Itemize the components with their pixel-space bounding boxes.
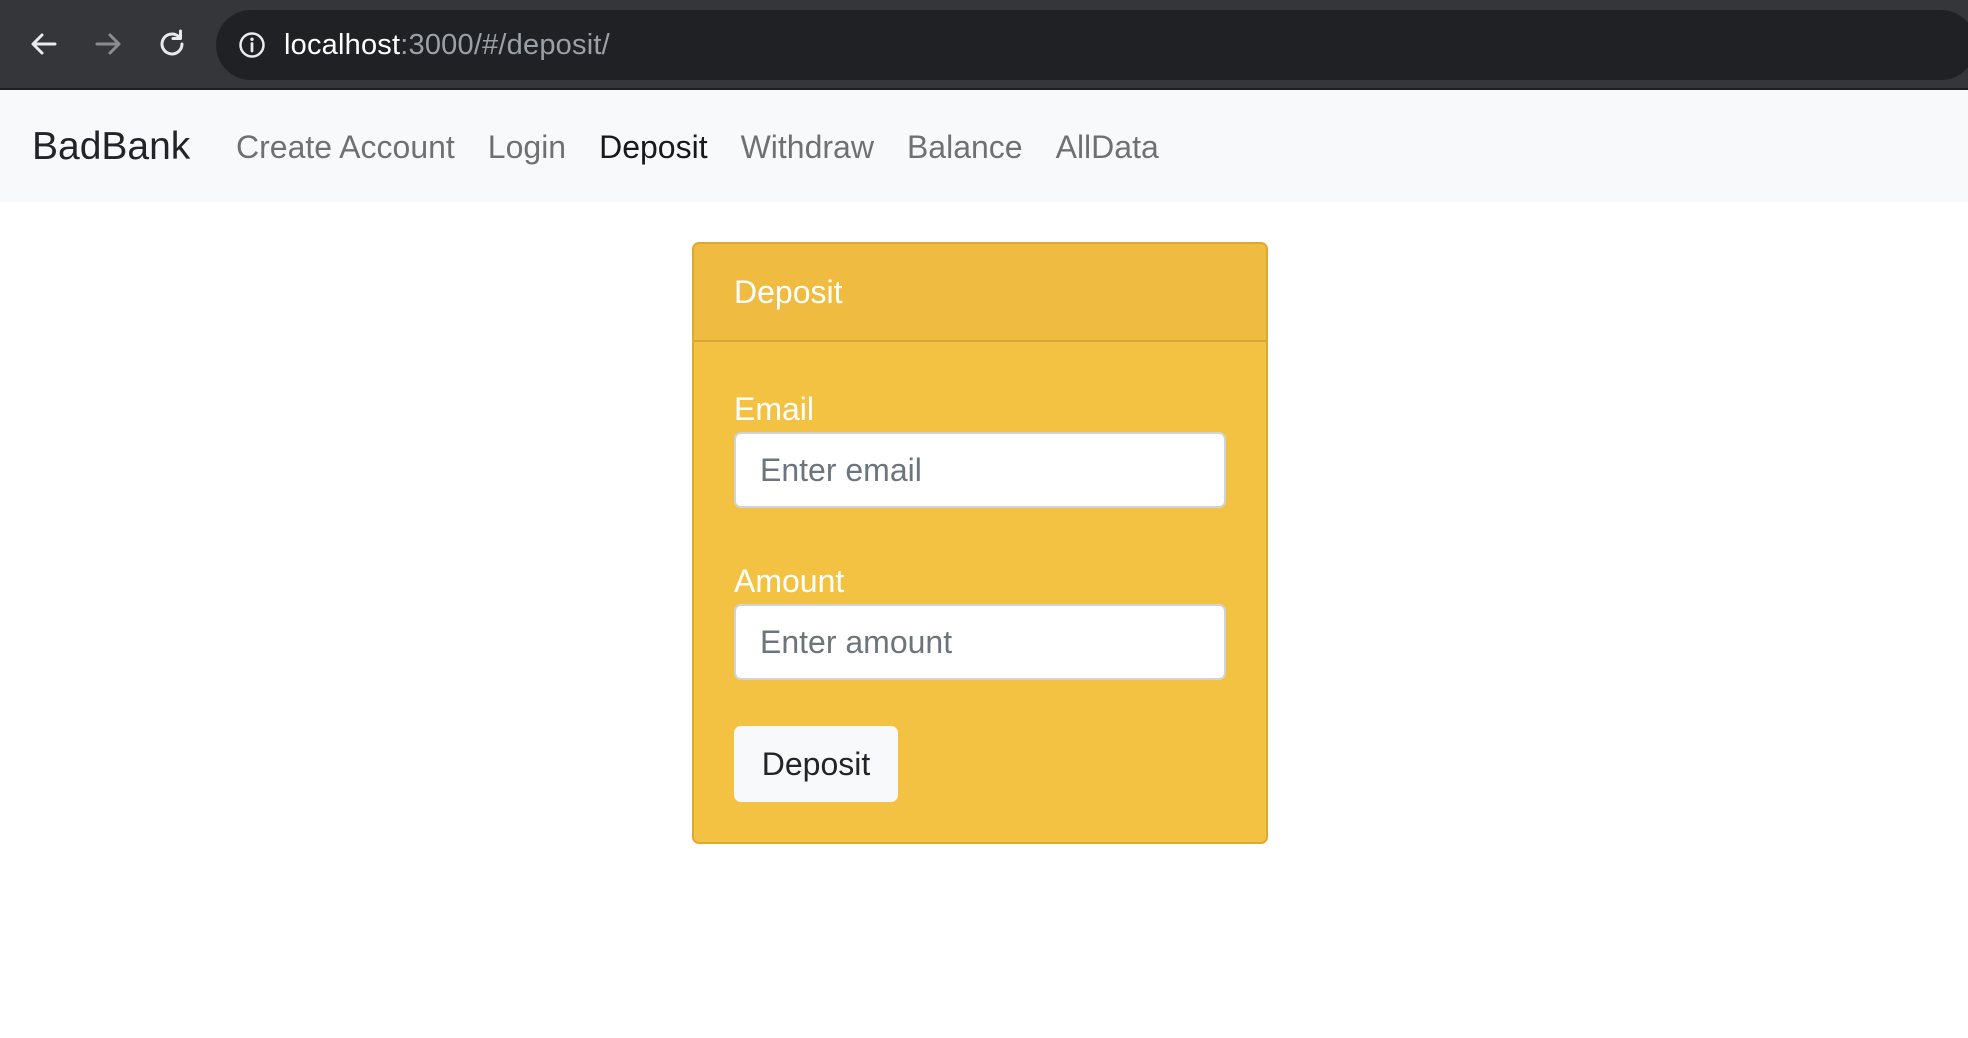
nav-link-login[interactable]: Login — [488, 126, 566, 168]
url-host: localhost — [284, 29, 401, 61]
brand-link[interactable]: BadBank — [32, 124, 190, 170]
nav-links: Create Account Login Deposit Withdraw Ba… — [236, 126, 1192, 168]
nav-link-deposit[interactable]: Deposit — [599, 126, 708, 168]
deposit-submit-button[interactable]: Deposit — [734, 726, 898, 802]
email-label: Email — [734, 391, 815, 427]
amount-input[interactable] — [734, 604, 1226, 680]
url-text: localhost:3000/#/deposit/ — [284, 26, 610, 64]
email-input[interactable] — [734, 432, 1226, 508]
address-bar[interactable]: localhost:3000/#/deposit/ — [216, 10, 1968, 80]
nav-link-alldata[interactable]: AllData — [1056, 126, 1159, 168]
reload-icon[interactable] — [152, 24, 192, 64]
card-title: Deposit — [734, 274, 843, 310]
browser-toolbar: localhost:3000/#/deposit/ — [0, 0, 1968, 90]
card-header: Deposit — [694, 244, 1266, 342]
deposit-card: Deposit Email Amount Deposit — [692, 242, 1268, 844]
back-arrow-icon[interactable] — [24, 24, 64, 64]
nav-link-balance[interactable]: Balance — [907, 126, 1023, 168]
nav-link-withdraw[interactable]: Withdraw — [741, 126, 874, 168]
url-path: :3000/#/deposit/ — [400, 29, 610, 61]
forward-arrow-icon[interactable] — [88, 24, 128, 64]
amount-label: Amount — [734, 563, 845, 599]
nav-link-create-account[interactable]: Create Account — [236, 126, 455, 168]
app-navbar: BadBank Create Account Login Deposit Wit… — [0, 90, 1968, 202]
info-icon[interactable] — [238, 31, 266, 59]
